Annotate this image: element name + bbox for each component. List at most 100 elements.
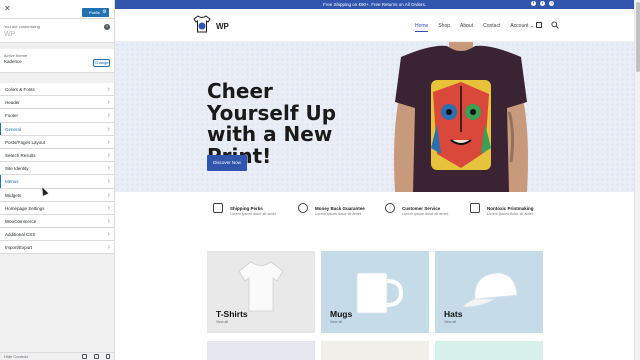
perk-title: Shipping Perks — [230, 206, 263, 211]
customizer-footer: Hide Controls — [0, 352, 114, 360]
category-link[interactable]: View all — [444, 320, 456, 324]
dollar-icon — [298, 203, 308, 213]
active-theme-label: Active theme — [4, 53, 28, 58]
section-label: Header — [5, 100, 20, 106]
category-card-partial[interactable] — [321, 341, 429, 360]
category-card-partial[interactable] — [207, 341, 315, 360]
category-link[interactable]: View all — [216, 320, 228, 324]
nav-account[interactable]: Account ⌄ — [510, 23, 534, 32]
site-logo-text[interactable]: WP — [216, 22, 229, 31]
facebook-icon[interactable]: f — [531, 1, 536, 6]
promo-bar: Free Shipping on €90+. Free Returns on A… — [115, 0, 634, 9]
section-label: Additional CSS — [5, 232, 36, 238]
section-site-identity[interactable]: Site Identity › — [0, 162, 114, 176]
chevron-right-icon: › — [107, 191, 110, 199]
customizing-label: You are customizing — [4, 24, 40, 29]
customizer-header: ✕ Publish ⚙ — [0, 0, 114, 19]
section-footer[interactable]: Footer › — [0, 109, 114, 123]
section-colors-fonts[interactable]: Colors & Fonts › — [0, 83, 114, 97]
scrollbar-thumb[interactable] — [636, 2, 640, 72]
section-import-export[interactable]: Import/Export › — [0, 241, 114, 255]
perk-desc: Lorem ipsum dolor sit amet. — [487, 212, 534, 216]
chevron-right-icon: › — [107, 125, 110, 133]
category-card-tshirts[interactable]: T-Shirts View all — [207, 251, 315, 333]
tablet-preview-icon[interactable] — [94, 354, 99, 359]
category-title: Hats — [444, 309, 463, 319]
category-link[interactable]: View all — [330, 320, 342, 324]
hide-controls-button[interactable]: Hide Controls — [4, 354, 28, 359]
instagram-icon[interactable]: ◎ — [549, 1, 554, 6]
chevron-right-icon: › — [107, 231, 110, 239]
hero-background-pattern — [115, 42, 634, 192]
hero-section: Cheer Yourself Up with a New Print! Disc… — [115, 42, 634, 192]
chevron-right-icon: › — [107, 178, 110, 186]
perk-desc: Lorem ipsum dolor sit amet. — [402, 212, 449, 216]
section-woocommerce[interactable]: WooCommerce › — [0, 214, 114, 229]
perk-title: Customer Service — [402, 206, 441, 211]
chevron-right-icon: › — [107, 204, 110, 212]
section-label: Import/Export — [5, 245, 33, 251]
nav-shop[interactable]: Shop — [438, 23, 450, 32]
tshirt-logo-icon[interactable] — [193, 14, 211, 34]
section-label: Posts/Pages Layout — [5, 139, 46, 145]
customizer-window: ✕ Publish ⚙ You are customizing WP ? Act… — [0, 0, 640, 360]
nav-about[interactable]: About — [460, 23, 473, 32]
mug-image — [356, 272, 403, 314]
discover-now-button[interactable]: Discover Now — [207, 155, 247, 171]
chevron-right-icon: › — [107, 99, 110, 107]
twitter-icon[interactable]: t — [540, 1, 545, 6]
section-label: Search Results — [5, 152, 36, 158]
customizer-panel: ✕ Publish ⚙ You are customizing WP ? Act… — [0, 0, 115, 360]
promo-text: Free Shipping on €90+. Free Returns on A… — [323, 2, 426, 7]
cap-image — [462, 272, 518, 308]
perk-desc: Lorem ipsum dolor sit amet. — [230, 212, 277, 216]
section-label: General — [5, 126, 22, 132]
section-posts-pages-layout[interactable]: Posts/Pages Layout › — [0, 135, 114, 149]
desktop-preview-icon[interactable] — [82, 354, 87, 359]
perk-title: Money Back Guarantee — [315, 206, 365, 211]
section-label: Homepage Settings — [5, 205, 45, 211]
truck-icon — [213, 203, 223, 213]
section-additional-css[interactable]: Additional CSS › — [0, 228, 114, 242]
perk-desc: Lorem ipsum dolor sit amet. — [315, 212, 362, 216]
spray-bottle-icon — [470, 203, 480, 213]
section-general[interactable]: General › — [0, 122, 114, 136]
close-icon[interactable]: ✕ — [4, 4, 11, 14]
section-header[interactable]: Header › — [0, 96, 114, 110]
preview-scrollbar[interactable] — [634, 0, 640, 360]
cart-icon[interactable] — [536, 22, 542, 28]
chevron-right-icon: › — [107, 165, 110, 173]
main-navigation: Home Shop About Contact Account ⌄ — [415, 23, 534, 32]
help-icon[interactable]: ? — [104, 24, 110, 30]
nav-home[interactable]: Home — [415, 23, 429, 32]
publish-settings-gear-icon[interactable]: ⚙ — [100, 8, 109, 17]
nav-contact[interactable]: Contact — [483, 23, 500, 32]
social-links: f t ◎ — [531, 1, 554, 6]
category-title: Mugs — [330, 309, 353, 319]
chevron-right-icon: › — [107, 151, 110, 159]
section-label: Colors & Fonts — [5, 87, 35, 92]
category-card-mugs[interactable]: Mugs View all — [321, 251, 429, 333]
section-label: Site Identity — [5, 166, 29, 172]
section-menus[interactable]: Menus › — [0, 175, 114, 189]
active-theme-box: Active theme Kadence Change — [0, 49, 114, 73]
mobile-preview-icon[interactable] — [106, 354, 110, 359]
site-header: WP Home Shop About Contact Account ⌄ — [115, 9, 634, 42]
section-label: WooCommerce — [5, 218, 37, 224]
perk-title: Nontoxic Printmaking — [487, 206, 534, 211]
section-widgets[interactable]: Widgets › — [0, 188, 114, 202]
category-title: T-Shirts — [216, 309, 248, 319]
chevron-right-icon: › — [107, 138, 110, 146]
chevron-right-icon: › — [107, 217, 110, 225]
section-label: Footer — [5, 113, 19, 119]
section-search-results[interactable]: Search Results › — [0, 148, 114, 163]
customizing-info: You are customizing WP ? — [0, 19, 114, 43]
tshirt-image — [238, 261, 284, 312]
change-theme-button[interactable]: Change — [93, 59, 110, 67]
chevron-right-icon: › — [107, 112, 110, 120]
category-card-hats[interactable]: Hats View all — [435, 251, 543, 333]
category-card-partial[interactable] — [435, 341, 543, 360]
search-icon[interactable] — [551, 21, 559, 29]
section-homepage-settings[interactable]: Homepage Settings › — [0, 201, 114, 215]
section-label: Menus — [5, 179, 19, 185]
